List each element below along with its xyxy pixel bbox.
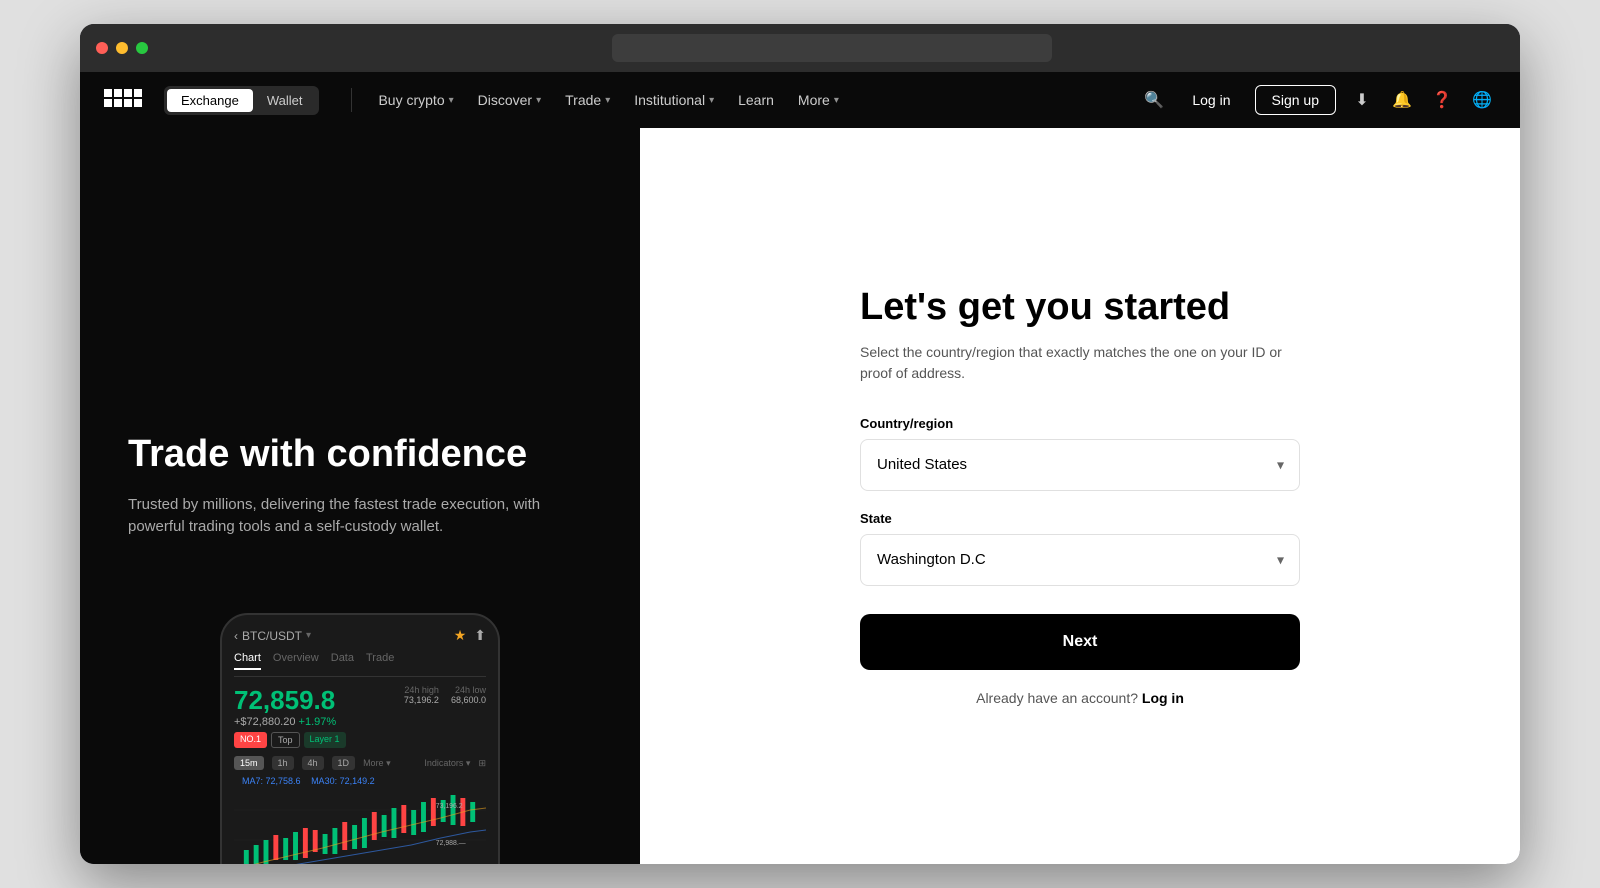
close-button[interactable] (96, 42, 108, 54)
bell-icon[interactable]: 🔔 (1388, 86, 1416, 114)
download-icon[interactable]: ⬇ (1348, 86, 1376, 114)
chevron-down-icon: ▾ (449, 95, 454, 106)
right-panel: Let's get you started Select the country… (640, 128, 1520, 864)
globe-icon[interactable]: 🌐 (1468, 86, 1496, 114)
login-button[interactable]: Log in (1180, 86, 1242, 114)
indicators-button[interactable]: Indicators ▾ (424, 758, 470, 769)
time-4h[interactable]: 4h (302, 756, 324, 770)
nav-discover[interactable]: Discover ▾ (468, 86, 552, 114)
state-select-wrapper: Washington D.C ▾ (860, 534, 1300, 586)
phone-pair: BTC/USDT (242, 629, 302, 643)
minimize-button[interactable] (116, 42, 128, 54)
price-chart: 73,196.2 72,988.— 72,859.8 (234, 790, 486, 864)
url-bar[interactable] (612, 34, 1052, 62)
signup-button[interactable]: Sign up (1255, 85, 1336, 115)
chevron-down-icon: ▾ (834, 95, 839, 106)
signup-form: Let's get you started Select the country… (860, 286, 1300, 706)
phone-frame: ‹ BTC/USDT ▾ ★ ⬆ Chart (220, 613, 500, 864)
nav-institutional[interactable]: Institutional ▾ (624, 86, 724, 114)
form-subtitle: Select the country/region that exactly m… (860, 342, 1300, 384)
browser-content: Exchange Wallet Buy crypto ▾ Discover ▾ … (80, 72, 1520, 864)
time-more[interactable]: More ▾ (363, 758, 391, 769)
share-icon: ⬆ (474, 627, 486, 644)
chart-tab[interactable]: Chart (234, 652, 261, 670)
phone-action-icons: ★ ⬆ (454, 627, 486, 644)
country-select-wrapper: United States ▾ (860, 439, 1300, 491)
phone-stats: 24h high 73,196.2 24h low 68,600.0 (404, 685, 486, 705)
overview-tab[interactable]: Overview (273, 652, 319, 670)
traffic-lights (96, 42, 148, 54)
phone-header: ‹ BTC/USDT ▾ ★ ⬆ (234, 627, 486, 644)
country-select[interactable]: United States (860, 439, 1300, 491)
wallet-toggle[interactable]: Wallet (253, 89, 317, 112)
no1-badge: NO.1 (234, 732, 267, 748)
time-15m[interactable]: 15m (234, 756, 264, 770)
nav-links: Buy crypto ▾ Discover ▾ Trade ▾ Institut… (368, 86, 1140, 114)
trade-tab[interactable]: Trade (366, 652, 394, 670)
ma-values: MA7: 72,758.6 MA30: 72,149.2 (234, 776, 486, 786)
nav-divider (351, 88, 352, 112)
nav-trade[interactable]: Trade ▾ (555, 86, 620, 114)
form-title: Let's get you started (860, 286, 1300, 330)
logo[interactable] (104, 89, 148, 111)
chart-settings-icon[interactable]: ⊞ (478, 758, 486, 769)
time-1h[interactable]: 1h (272, 756, 294, 770)
nav-buy-crypto[interactable]: Buy crypto ▾ (368, 86, 463, 114)
favorite-icon: ★ (454, 627, 467, 644)
left-panel-text: Trade with confidence Trusted by million… (128, 432, 592, 539)
svg-text:73,196.2: 73,196.2 (436, 803, 463, 810)
form-footer: Already have an account? Log in (860, 690, 1300, 706)
svg-text:72,988.—: 72,988.— (436, 840, 466, 847)
chevron-down-icon: ▾ (709, 95, 714, 106)
phone-tabs: Chart Overview Data Trade (234, 652, 486, 677)
nav-more[interactable]: More ▾ (788, 86, 849, 114)
left-panel-subtitle: Trusted by millions, delivering the fast… (128, 494, 592, 539)
browser-chrome (80, 24, 1520, 72)
chevron-down-icon: ▾ (536, 95, 541, 106)
help-icon[interactable]: ❓ (1428, 86, 1456, 114)
login-link[interactable]: Log in (1142, 690, 1184, 706)
phone-back: ‹ BTC/USDT ▾ (234, 629, 311, 643)
maximize-button[interactable] (136, 42, 148, 54)
left-panel-title: Trade with confidence (128, 432, 592, 478)
search-icon[interactable]: 🔍 (1140, 86, 1168, 114)
phone-mockup: ‹ BTC/USDT ▾ ★ ⬆ Chart (220, 613, 500, 864)
nav-right: 🔍 Log in Sign up ⬇ 🔔 ❓ 🌐 (1140, 85, 1496, 115)
time-1d[interactable]: 1D (332, 756, 356, 770)
phone-change: +$72,880.20 +1.97% (234, 716, 336, 728)
exchange-toggle[interactable]: Exchange (167, 89, 253, 112)
state-label: State (860, 511, 1300, 526)
time-controls: 15m 1h 4h 1D More ▾ Indicators ▾ ⊞ (234, 756, 486, 770)
footer-text: Already have an account? (976, 690, 1138, 706)
country-label: Country/region (860, 416, 1300, 431)
stat-24h-high: 24h high 73,196.2 (404, 685, 439, 705)
left-panel: Trade with confidence Trusted by million… (80, 128, 640, 864)
layer1-badge: Layer 1 (304, 732, 346, 748)
nav-learn[interactable]: Learn (728, 86, 784, 114)
nav-toggle: Exchange Wallet (164, 86, 319, 115)
chevron-down-icon: ▾ (605, 95, 610, 106)
state-select[interactable]: Washington D.C (860, 534, 1300, 586)
main-content: Trade with confidence Trusted by million… (80, 128, 1520, 864)
stat-24h-low: 24h low 68,600.0 (451, 685, 486, 705)
next-button[interactable]: Next (860, 614, 1300, 670)
navbar: Exchange Wallet Buy crypto ▾ Discover ▾ … (80, 72, 1520, 128)
phone-price: 72,859.8 (234, 685, 336, 716)
top-badge: Top (271, 732, 300, 748)
data-tab[interactable]: Data (331, 652, 354, 670)
phone-badges: NO.1 Top Layer 1 (234, 732, 486, 748)
